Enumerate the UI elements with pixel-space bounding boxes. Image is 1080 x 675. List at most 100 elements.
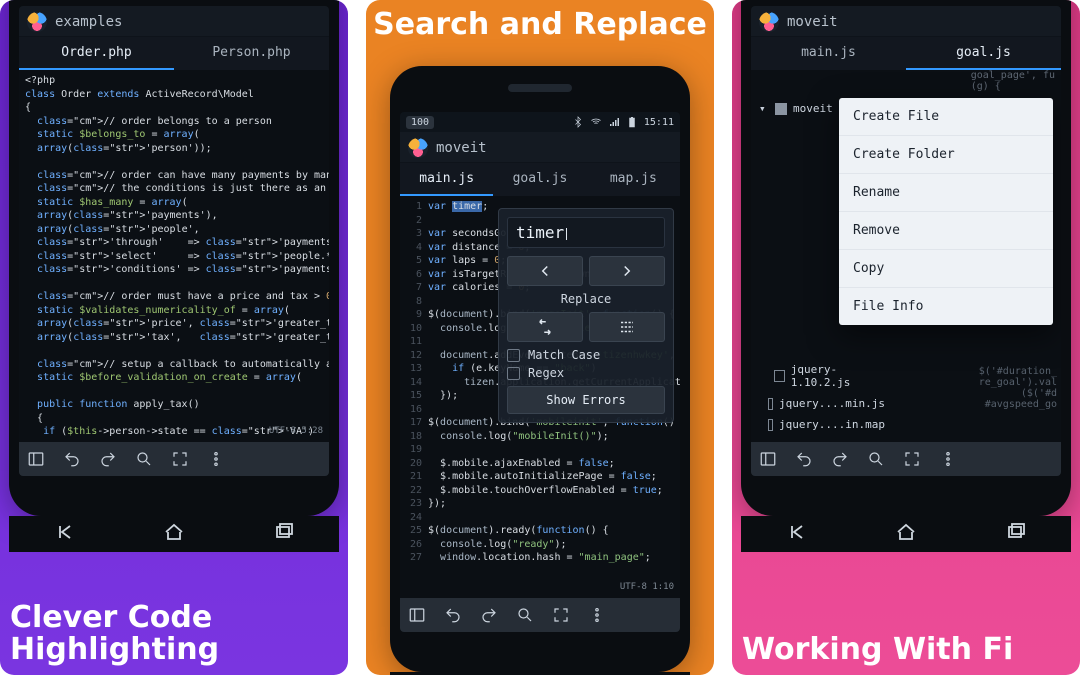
checkbox-label: Match Case (528, 348, 600, 362)
tab-main[interactable]: main.js (751, 37, 906, 70)
back-button[interactable] (52, 520, 76, 548)
more-icon[interactable] (588, 606, 606, 624)
background-code: $('#duration_ re_goal').val ($('#d #avgs… (979, 366, 1057, 410)
search-icon[interactable] (867, 450, 885, 468)
more-icon[interactable] (939, 450, 957, 468)
signal-icon (608, 116, 620, 128)
panel-toggle-icon[interactable] (759, 450, 777, 468)
fullscreen-icon[interactable] (552, 606, 570, 624)
headline: Clever Code Highlighting (10, 602, 338, 665)
menu-create-folder[interactable]: Create Folder (839, 136, 1053, 174)
bottom-toolbar (400, 598, 680, 632)
replace-label: Replace (507, 292, 665, 306)
recents-button[interactable] (1004, 520, 1028, 548)
phone-screen: moveit main.js goal.js goal_page', fu (g… (751, 6, 1061, 476)
more-icon[interactable] (207, 450, 225, 468)
tree-file[interactable]: jquery....in.map (757, 414, 887, 435)
replace-one-button[interactable] (507, 312, 583, 342)
back-button[interactable] (784, 520, 808, 548)
replace-all-button[interactable] (589, 312, 665, 342)
tab-label: Person.php (212, 45, 290, 60)
search-input[interactable]: timer (507, 217, 665, 248)
tab-map[interactable]: map.js (587, 163, 680, 196)
app-bar: examples (19, 6, 329, 37)
prev-match-button[interactable] (507, 256, 583, 286)
undo-icon[interactable] (444, 606, 462, 624)
undo-icon[interactable] (795, 450, 813, 468)
redo-icon[interactable] (831, 450, 849, 468)
phone-earpiece (508, 84, 572, 92)
redo-icon[interactable] (480, 606, 498, 624)
tab-label: map.js (610, 171, 657, 186)
file-icon (768, 419, 773, 431)
battery-indicator: 100 (406, 116, 434, 129)
app-bar: moveit (400, 132, 680, 163)
undo-icon[interactable] (63, 450, 81, 468)
app-logo-icon (27, 12, 47, 32)
tree-file[interactable]: jquery....min.js (757, 393, 887, 414)
encoding-indicator: UTF-8 1:10 (620, 582, 674, 592)
status-right: 15:11 (572, 116, 674, 128)
search-icon[interactable] (516, 606, 534, 624)
phone-screen: 100 15:11 moveit main.js goal.js (400, 112, 680, 632)
bottom-toolbar (751, 442, 1061, 476)
checkbox-label: Regex (528, 366, 564, 380)
encoding-indicator: UTF-8 5:28 (269, 426, 323, 436)
context-menu: Create File Create Folder Rename Remove … (839, 98, 1053, 325)
android-nav (741, 516, 1071, 552)
fullscreen-icon[interactable] (903, 450, 921, 468)
phone-screen: examples Order.php Person.php <?php clas… (19, 6, 329, 476)
fullscreen-icon[interactable] (171, 450, 189, 468)
panel-toggle-icon[interactable] (408, 606, 426, 624)
file-icon (768, 398, 773, 410)
app-title: moveit (787, 14, 838, 30)
headline: Working With Fi (742, 634, 1070, 666)
home-button[interactable] (894, 520, 918, 548)
app-logo-icon (759, 12, 779, 32)
phone-frame: examples Order.php Person.php <?php clas… (9, 0, 339, 516)
toolbar-icons (408, 606, 606, 624)
regex-checkbox[interactable]: Regex (507, 366, 665, 380)
tab-label: goal.js (513, 171, 568, 186)
menu-rename[interactable]: Rename (839, 174, 1053, 212)
app-title: examples (55, 14, 122, 30)
home-button[interactable] (162, 520, 186, 548)
menu-remove[interactable]: Remove (839, 212, 1053, 250)
folder-name: moveit (793, 102, 833, 115)
panel-toggle-icon[interactable] (27, 450, 45, 468)
promo-stage: examples Order.php Person.php <?php clas… (0, 0, 1080, 675)
panel-right: moveit main.js goal.js goal_page', fu (g… (732, 0, 1080, 675)
app-bar: moveit (751, 6, 1061, 37)
toolbar-icons (759, 450, 957, 468)
recents-button[interactable] (272, 520, 296, 548)
checkbox-icon (507, 367, 520, 380)
tab-goal[interactable]: goal.js (906, 37, 1061, 70)
tabs: main.js goal.js (751, 37, 1061, 70)
next-match-button[interactable] (589, 256, 665, 286)
button-label: Show Errors (546, 393, 625, 407)
background-code: goal_page', fu (g) { (971, 70, 1055, 92)
code-editor[interactable]: <?php class Order extends ActiveRecord\M… (19, 70, 329, 440)
tab-label: main.js (419, 171, 474, 186)
checkbox-icon (507, 349, 520, 362)
show-errors-button[interactable]: Show Errors (507, 386, 665, 414)
tab-main[interactable]: main.js (400, 163, 493, 196)
tab-order[interactable]: Order.php (19, 37, 174, 70)
phone-frame: 100 15:11 moveit main.js goal.js (390, 66, 690, 672)
caret-icon (566, 228, 567, 240)
bottom-toolbar (19, 442, 329, 476)
tab-label: main.js (801, 45, 856, 60)
redo-icon[interactable] (99, 450, 117, 468)
tabs: Order.php Person.php (19, 37, 329, 70)
folder-icon (775, 103, 787, 115)
headline: Search and Replace (366, 8, 714, 41)
tab-person[interactable]: Person.php (174, 37, 329, 70)
search-icon[interactable] (135, 450, 153, 468)
menu-copy[interactable]: Copy (839, 250, 1053, 288)
menu-create-file[interactable]: Create File (839, 98, 1053, 136)
tree-file[interactable]: jquery-1.10.2.js (757, 359, 887, 393)
menu-file-info[interactable]: File Info (839, 288, 1053, 325)
search-value: timer (516, 223, 564, 242)
tab-goal[interactable]: goal.js (493, 163, 586, 196)
match-case-checkbox[interactable]: Match Case (507, 348, 665, 362)
